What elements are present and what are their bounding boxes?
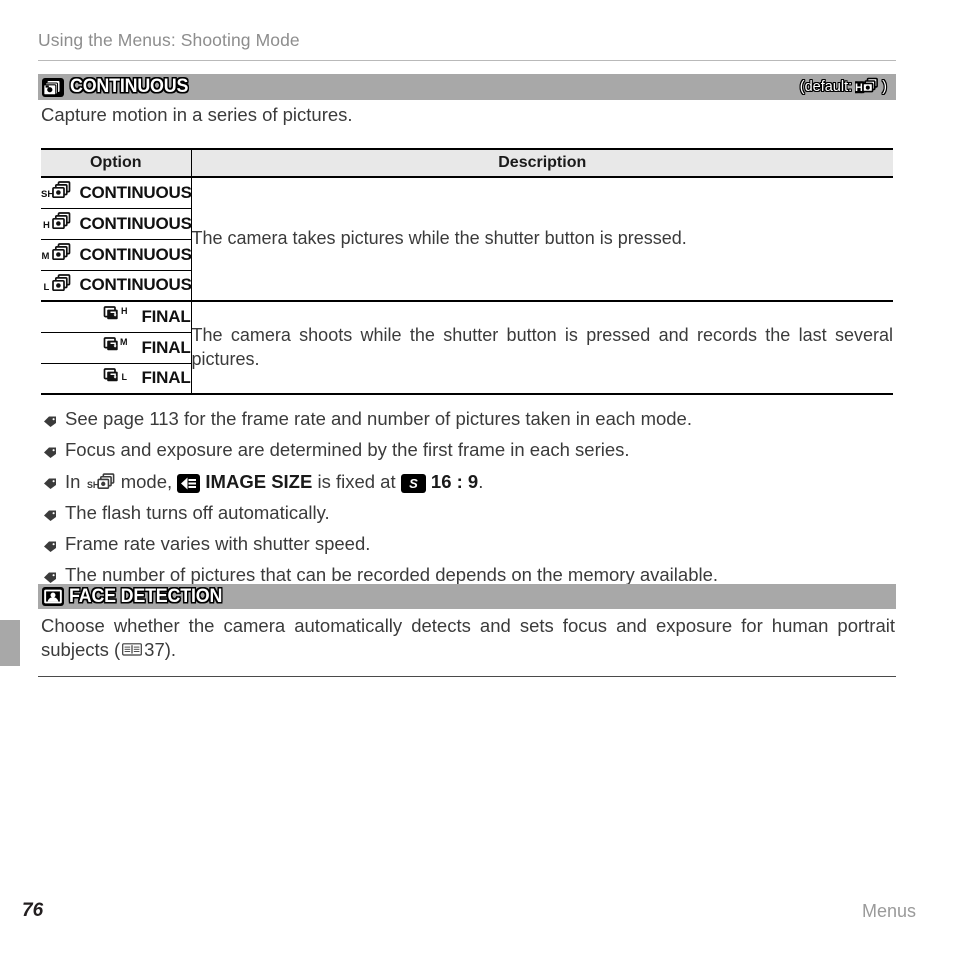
default-close-paren: ) bbox=[882, 79, 887, 95]
svg-text:M: M bbox=[42, 251, 50, 262]
size-s-icon: S bbox=[400, 473, 426, 493]
table-row: H FINAL The camera shoots while the shut… bbox=[41, 301, 893, 395]
final-m-icon: M bbox=[103, 335, 133, 360]
notes-list: See page 113 for the frame rate and numb… bbox=[43, 408, 898, 597]
option-cell: H CONTINUOUS bbox=[41, 208, 192, 240]
manual-page: Using the Menus: Shooting Mode CONTINUOU… bbox=[0, 0, 954, 954]
running-head: Using the Menus: Shooting Mode bbox=[38, 30, 300, 50]
note-text-in: In bbox=[65, 471, 86, 493]
list-item: The flash turns off automatically. bbox=[43, 502, 898, 526]
list-item: In SH mode, IMAGE SIZE is fixed at S 16 … bbox=[43, 472, 898, 495]
section-header-continuous: CONTINUOUS (default: H ) bbox=[38, 74, 896, 100]
image-size-icon bbox=[177, 473, 201, 493]
note-text: Frame rate varies with shutter speed. bbox=[65, 533, 371, 554]
diamond-bullet-icon bbox=[43, 504, 65, 526]
burst-m-icon: M bbox=[41, 242, 71, 267]
option-cell: M FINAL bbox=[41, 332, 192, 364]
section-title: FACE DETECTION bbox=[69, 585, 223, 607]
face-detection-page-ref: 37 bbox=[144, 639, 165, 661]
svg-text:H: H bbox=[43, 220, 50, 231]
note-text: The number of pictures that can be recor… bbox=[65, 564, 719, 585]
continuous-h-icon: H bbox=[854, 76, 879, 98]
list-item: Frame rate varies with shutter speed. bbox=[43, 533, 898, 557]
section-bottom-rule bbox=[38, 676, 896, 678]
svg-text:L: L bbox=[122, 372, 128, 382]
option-cell: L FINAL bbox=[41, 363, 192, 395]
option-label: FINAL bbox=[141, 337, 191, 357]
final-h-icon: H bbox=[103, 304, 133, 329]
option-label: CONTINUOUS bbox=[79, 213, 192, 233]
option-cell: M CONTINUOUS bbox=[41, 239, 192, 271]
continuous-burst-icon bbox=[42, 77, 64, 97]
column-header-option: Option bbox=[41, 148, 192, 178]
face-detection-body: Choose whether the camera automatically … bbox=[41, 614, 895, 664]
diamond-bullet-icon bbox=[43, 535, 65, 557]
option-label: CONTINUOUS bbox=[79, 182, 192, 202]
burst-h-icon: H bbox=[41, 211, 71, 236]
continuous-intro: Capture motion in a series of pictures. bbox=[41, 104, 353, 125]
description-cell: The camera shoots while the shutter butt… bbox=[191, 301, 893, 395]
burst-l-icon: L bbox=[41, 273, 71, 298]
option-cell: H FINAL bbox=[41, 301, 192, 333]
description-cell: The camera takes pictures while the shut… bbox=[191, 177, 893, 302]
table-header-row: Option Description bbox=[41, 148, 893, 178]
svg-text:L: L bbox=[44, 282, 50, 293]
note-text-fixed: is fixed at bbox=[312, 471, 401, 493]
options-table: Option Description SH CONTINUOUS The cam… bbox=[41, 148, 893, 395]
option-label: FINAL bbox=[141, 306, 191, 326]
note-text: The flash turns off automatically. bbox=[65, 502, 330, 523]
note-text-composite: In SH mode, IMAGE SIZE is fixed at S 16 … bbox=[65, 472, 483, 495]
note-text-period: . bbox=[478, 471, 484, 493]
column-header-description: Description bbox=[191, 148, 893, 178]
page-number: 76 bbox=[22, 900, 44, 921]
svg-text:S: S bbox=[409, 476, 418, 491]
book-icon bbox=[122, 639, 143, 663]
list-item: Focus and exposure are determined by the… bbox=[43, 439, 898, 463]
option-label: CONTINUOUS bbox=[79, 244, 192, 264]
option-label: FINAL bbox=[141, 368, 191, 388]
final-l-icon: L bbox=[103, 366, 133, 391]
face-detection-icon bbox=[42, 587, 64, 606]
header-rule bbox=[38, 60, 896, 61]
burst-sh-icon: SH bbox=[87, 472, 115, 495]
note-bold-aspect: 16 : 9 bbox=[425, 471, 479, 493]
note-text-mode: mode, bbox=[115, 471, 178, 493]
option-cell: L CONTINUOUS bbox=[41, 270, 192, 302]
default-label: (default: bbox=[799, 79, 853, 95]
note-text: See page 113 for the frame rate and numb… bbox=[65, 408, 692, 429]
note-text: Focus and exposure are determined by the… bbox=[65, 439, 630, 460]
diamond-bullet-icon bbox=[43, 472, 65, 494]
option-label: CONTINUOUS bbox=[79, 275, 192, 295]
svg-text:M: M bbox=[120, 337, 128, 347]
note-bold-image-size: IMAGE SIZE bbox=[200, 471, 313, 493]
default-value-group: (default: H ) bbox=[800, 76, 887, 98]
chapter-side-tab bbox=[0, 620, 20, 666]
footer-section-name: Menus bbox=[861, 901, 916, 921]
section-title: CONTINUOUS bbox=[70, 76, 189, 97]
face-detection-body-close: ). bbox=[164, 639, 177, 661]
list-item: See page 113 for the frame rate and numb… bbox=[43, 408, 898, 432]
option-cell: SH CONTINUOUS bbox=[41, 177, 192, 209]
burst-sh-icon: SH bbox=[41, 180, 71, 205]
svg-text:H: H bbox=[121, 306, 128, 316]
diamond-bullet-icon bbox=[43, 441, 65, 463]
table-row: SH CONTINUOUS The camera takes pictures … bbox=[41, 177, 893, 302]
diamond-bullet-icon bbox=[43, 410, 65, 432]
svg-text:H: H bbox=[855, 82, 863, 94]
section-header-face-detection: FACE DETECTION bbox=[38, 584, 896, 609]
